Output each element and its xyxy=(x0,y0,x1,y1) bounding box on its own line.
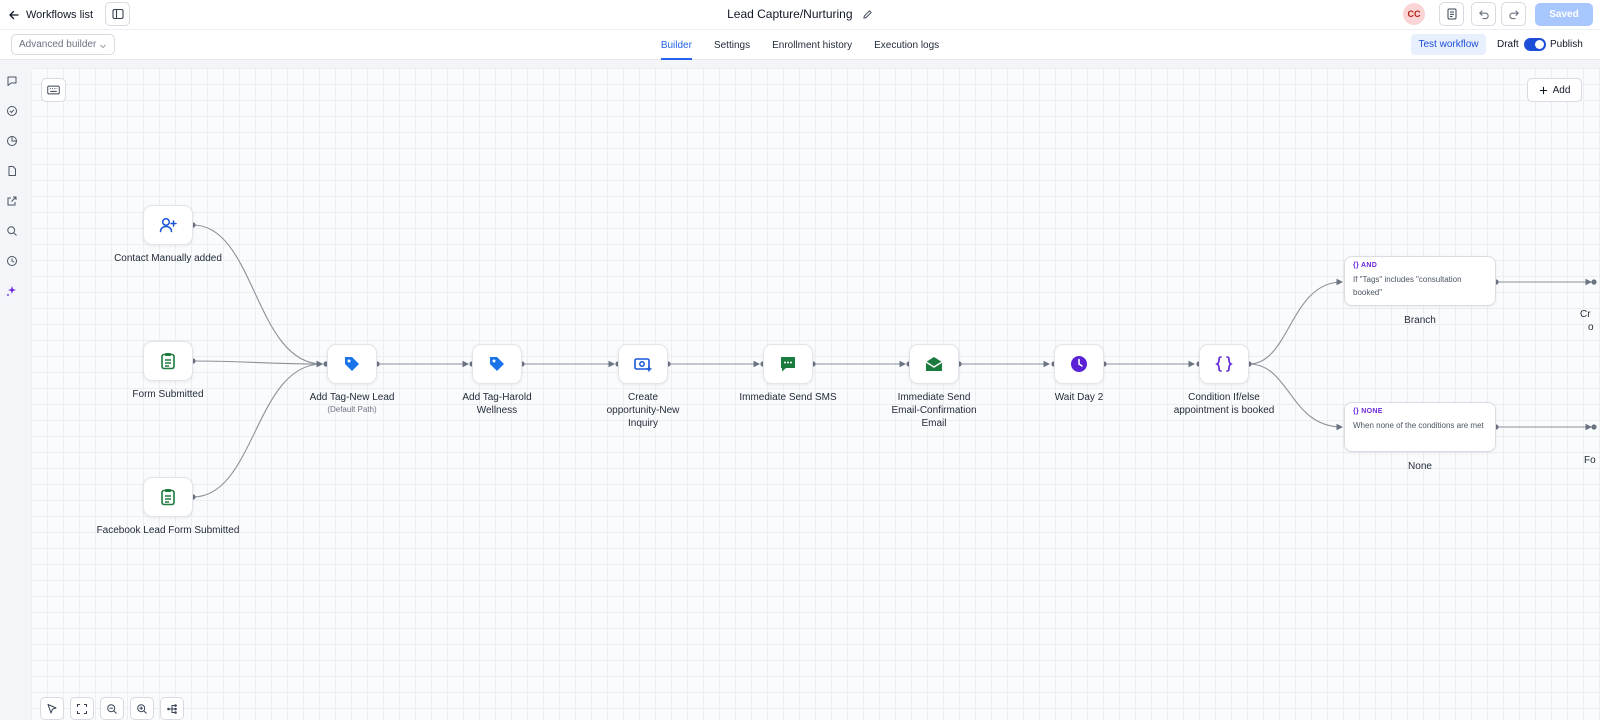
tag-icon xyxy=(345,357,359,371)
sub-toolbar: Advanced builder Builder Settings Enroll… xyxy=(0,30,1600,60)
undo-button[interactable] xyxy=(1471,2,1496,26)
pie-chart-icon[interactable] xyxy=(5,134,19,148)
action-node-send-sms[interactable] xyxy=(763,344,813,384)
branch-card-and[interactable]: {} AND If "Tags" includes "consultation … xyxy=(1344,256,1496,306)
tab-bar: Builder Settings Enrollment history Exec… xyxy=(0,30,1600,60)
external-link-icon[interactable] xyxy=(5,194,19,208)
action-node-create-opportunity[interactable] xyxy=(618,344,668,384)
fit-view-button[interactable] xyxy=(70,697,94,720)
publish-toggle[interactable] xyxy=(1524,38,1546,51)
chevron-down-icon xyxy=(100,44,106,49)
action-label: Wait Day 2 xyxy=(1054,392,1104,403)
branch-condition-text: When none of the conditions are met xyxy=(1353,421,1484,430)
action-label: Immediate Send SMS xyxy=(739,392,837,403)
sparkles-icon[interactable] xyxy=(5,284,19,298)
next-node-label-fragment: o xyxy=(1588,322,1594,333)
clipboard-icon xyxy=(161,353,175,370)
trigger-node-facebook-form[interactable] xyxy=(143,477,193,517)
plus-icon xyxy=(1539,86,1547,94)
workflow-title: Lead Capture/Nurturing xyxy=(727,7,853,21)
trigger-label: Form Submitted xyxy=(132,389,204,400)
test-workflow-button[interactable]: Test workflow xyxy=(1411,34,1486,55)
braces-icon xyxy=(1215,356,1233,372)
draft-label: Draft xyxy=(1497,39,1519,50)
history-icon[interactable] xyxy=(5,254,19,268)
expand-icon xyxy=(77,703,87,714)
panel-toggle-button[interactable] xyxy=(105,2,130,26)
trigger-node-contact-added[interactable] xyxy=(143,205,193,245)
builder-mode-select[interactable]: Advanced builder xyxy=(11,34,115,55)
zoom-out-button[interactable] xyxy=(100,697,124,720)
cursor-icon xyxy=(47,703,57,713)
back-to-workflows-link[interactable]: Workflows list xyxy=(8,4,93,26)
tab-execution-logs[interactable]: Execution logs xyxy=(863,30,950,60)
branch-label: Branch xyxy=(1404,315,1436,326)
publish-label: Publish xyxy=(1550,39,1583,50)
clipboard-icon xyxy=(161,489,175,506)
branch-card-none[interactable]: {} NONE When none of the conditions are … xyxy=(1344,402,1496,452)
branch-tag: {} AND xyxy=(1353,262,1378,269)
file-icon[interactable] xyxy=(5,164,19,178)
auto-layout-button[interactable] xyxy=(160,697,184,720)
sidebar-panel-icon xyxy=(111,8,124,20)
tag-icon xyxy=(490,357,504,371)
saved-button[interactable]: Saved xyxy=(1535,3,1593,26)
pencil-icon[interactable] xyxy=(862,9,873,20)
action-node-add-tag-new-lead[interactable] xyxy=(327,344,377,384)
trigger-label: Contact Manually added xyxy=(114,253,222,264)
top-bar: Workflows list Lead Capture/Nurturing CC… xyxy=(0,0,1600,30)
notes-icon xyxy=(1447,8,1456,20)
workflow-title-row: Lead Capture/Nurturing xyxy=(0,7,1600,21)
next-node-label-fragment: Cr xyxy=(1580,309,1591,320)
action-label: Create opportunity-New Inquiry xyxy=(606,392,680,429)
zoom-out-icon xyxy=(107,703,117,714)
chat-icon[interactable] xyxy=(5,74,19,88)
user-plus-icon xyxy=(159,217,177,233)
redo-icon xyxy=(1508,10,1519,20)
zoom-in-icon xyxy=(137,703,147,714)
action-node-send-email[interactable] xyxy=(909,344,959,384)
branch-label: None xyxy=(1408,461,1432,472)
opportunity-icon xyxy=(634,358,652,372)
action-label: Immediate Send Email-Confirmation Email xyxy=(891,392,977,429)
back-link-label: Workflows list xyxy=(26,9,94,21)
select-tool-button[interactable] xyxy=(40,697,64,720)
action-label: Add Tag-Harold Wellness xyxy=(462,392,532,416)
zoom-in-button[interactable] xyxy=(130,697,154,720)
tab-builder[interactable]: Builder xyxy=(650,30,703,60)
action-node-add-tag-harold[interactable] xyxy=(472,344,522,384)
email-icon xyxy=(925,357,943,371)
left-rail xyxy=(0,60,24,720)
builder-mode-value: Advanced builder xyxy=(19,39,97,50)
check-circle-icon[interactable] xyxy=(5,104,19,118)
search-icon[interactable] xyxy=(5,224,19,238)
canvas-tools xyxy=(40,697,184,720)
keyboard-icon xyxy=(47,85,60,95)
next-node-label-fragment: Fo xyxy=(1584,455,1596,466)
trigger-label: Facebook Lead Form Submitted xyxy=(96,525,240,536)
tree-layout-icon xyxy=(167,703,177,714)
trigger-node-form-submitted[interactable] xyxy=(143,341,193,381)
add-button-label: Add xyxy=(1552,84,1571,96)
tab-settings[interactable]: Settings xyxy=(703,30,761,60)
add-node-button[interactable]: Add xyxy=(1527,78,1582,102)
action-node-wait[interactable] xyxy=(1054,344,1104,384)
user-avatar[interactable]: CC xyxy=(1403,3,1425,25)
branch-condition-text: If "Tags" includes "consultation booked" xyxy=(1353,275,1462,297)
arrow-left-icon xyxy=(9,10,19,20)
branch-tag: {} NONE xyxy=(1353,408,1383,415)
notes-button[interactable] xyxy=(1439,2,1464,26)
undo-icon xyxy=(1478,10,1489,20)
clock-icon xyxy=(1071,356,1087,372)
action-node-condition[interactable] xyxy=(1199,344,1249,384)
action-sublabel: (Default Path) xyxy=(327,405,377,414)
redo-button[interactable] xyxy=(1501,2,1526,26)
tab-enrollment-history[interactable]: Enrollment history xyxy=(761,30,863,60)
sms-icon xyxy=(781,357,795,372)
keyboard-shortcuts-button[interactable] xyxy=(41,78,66,102)
action-label: Condition If/else appointment is booked xyxy=(1173,392,1275,416)
action-label: Add Tag-New Lead xyxy=(309,392,395,403)
